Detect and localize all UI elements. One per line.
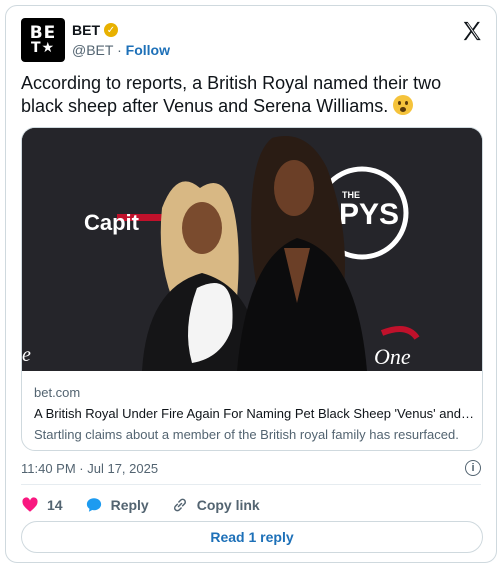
svg-text:THE: THE: [342, 190, 360, 200]
link-preview-card[interactable]: Capit PYS THE One e bet.com A British Ro…: [21, 127, 483, 451]
avatar-logo-text-bottom: T★: [30, 40, 56, 56]
info-icon[interactable]: i: [465, 460, 481, 476]
x-logo-icon[interactable]: [461, 20, 483, 42]
divider: [21, 484, 481, 485]
post-text-body: According to reports, a British Royal na…: [21, 73, 442, 116]
embedded-post-card: BE T★ BET ✓ @BET · Follow According to r…: [5, 5, 497, 563]
reply-button[interactable]: Reply: [85, 496, 149, 514]
separator-dot: ·: [117, 42, 122, 58]
copy-link-button[interactable]: Copy link: [171, 496, 260, 514]
link-domain: bet.com: [34, 385, 81, 400]
speech-bubble-icon: [86, 498, 101, 512]
astonished-face-emoji-icon: [393, 95, 414, 115]
like-button[interactable]: 14: [21, 496, 63, 514]
svg-text:PYS: PYS: [339, 198, 399, 231]
link-preview-image: Capit PYS THE One e: [22, 128, 482, 371]
svg-text:e: e: [22, 344, 31, 366]
account-name-label: BET: [72, 22, 100, 38]
svg-text:One: One: [374, 344, 411, 369]
post-text: According to reports, a British Royal na…: [21, 72, 483, 118]
heart-icon: [22, 497, 38, 512]
reply-label: Reply: [110, 497, 149, 513]
press-photo-illustration: Capit PYS THE One e: [22, 128, 482, 371]
read-replies-button[interactable]: Read 1 reply: [21, 521, 483, 553]
like-count: 14: [47, 497, 63, 513]
follow-link[interactable]: Follow: [126, 42, 170, 58]
verified-badge-icon: ✓: [104, 23, 118, 37]
post-timestamp[interactable]: 11:40 PM · Jul 17, 2025: [21, 461, 158, 476]
link-headline: A British Royal Under Fire Again For Nam…: [34, 406, 474, 421]
link-description: Startling claims about a member of the B…: [34, 427, 459, 442]
copy-link-label: Copy link: [196, 497, 260, 513]
action-bar: 14 Reply Copy link: [21, 496, 282, 514]
account-name[interactable]: BET ✓: [72, 22, 118, 38]
account-handle[interactable]: @BET: [72, 42, 113, 58]
link-chain-icon: [173, 498, 186, 512]
svg-text:Capit: Capit: [84, 210, 140, 235]
avatar[interactable]: BE T★: [21, 18, 65, 62]
handle-line: @BET · Follow: [72, 42, 170, 58]
avatar-logo-text-top: BE: [29, 23, 57, 43]
